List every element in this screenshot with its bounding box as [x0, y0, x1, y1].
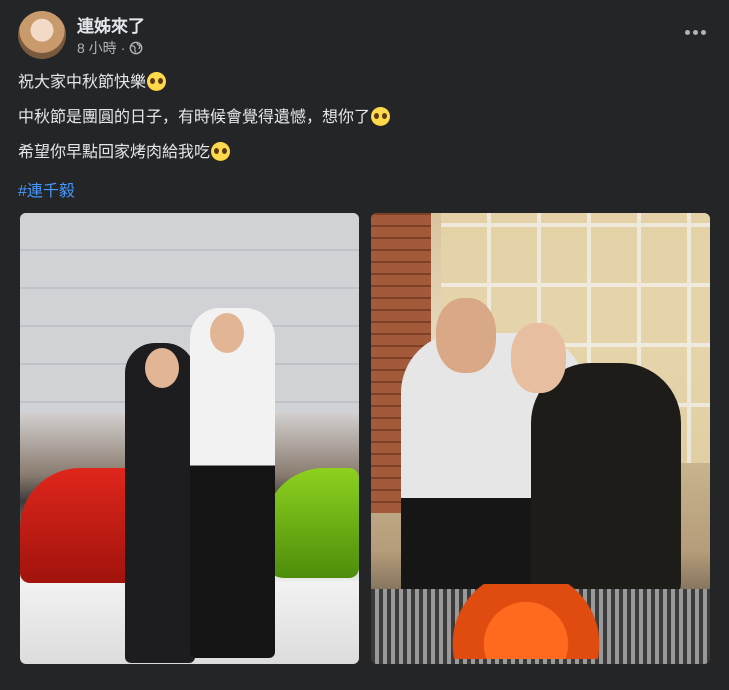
photo-person-woman [531, 363, 681, 603]
feed-post: 連姊來了 8 小時 · 祝大家中秋節快樂 中秋節是團圓的日子，有時候會覺得遺憾，… [0, 0, 729, 690]
post-text: 希望你早點回家烤肉給我吃 [18, 144, 211, 161]
author-avatar[interactable] [18, 11, 66, 59]
post-text: 祝大家中秋節快樂 [18, 74, 147, 91]
photo-person-woman [125, 343, 195, 663]
author-name[interactable]: 連姊來了 [77, 12, 145, 37]
hashtag-link[interactable]: #連千毅 [18, 177, 75, 201]
photo-head [511, 323, 566, 393]
photo-head [145, 348, 179, 388]
pleading-face-emoji-icon [211, 142, 231, 161]
photo-green-car [264, 468, 359, 578]
post-meta: 8 小時 · [77, 38, 143, 58]
photo-crab [441, 584, 611, 659]
post-photo-2[interactable] [371, 213, 710, 664]
post-text-line-1: 祝大家中秋節快樂 [18, 72, 167, 94]
photo-person-man [190, 308, 275, 658]
photo-head [436, 298, 496, 373]
meta-separator: · [120, 40, 126, 56]
kissing-face-emoji-icon [147, 72, 167, 91]
post-text-line-2: 中秋節是團圓的日子，有時候會覺得遺憾，想你了 [18, 107, 391, 129]
post-time[interactable]: 8 小時 [77, 38, 117, 58]
pleading-face-emoji-icon [371, 107, 391, 126]
more-options-icon[interactable] [681, 20, 709, 44]
post-text: 中秋節是團圓的日子，有時候會覺得遺憾，想你了 [18, 109, 371, 126]
post-text-line-3: 希望你早點回家烤肉給我吃 [18, 142, 231, 164]
post-photo-1[interactable] [20, 213, 359, 664]
globe-icon[interactable] [129, 41, 143, 55]
photo-head [210, 313, 244, 353]
